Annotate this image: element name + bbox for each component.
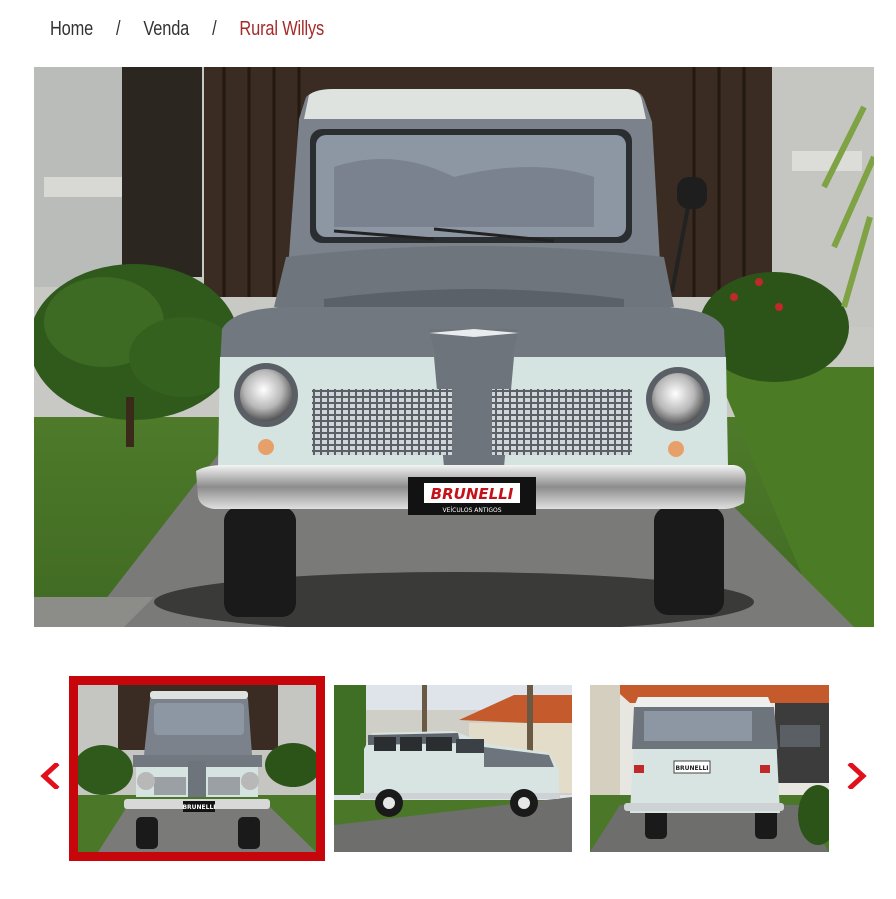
gallery-thumb-2[interactable] <box>334 685 572 852</box>
breadcrumb-separator: / <box>212 17 217 40</box>
main-photo-image: BRUNELLI VEÍCULOS ANTIGOS <box>34 67 874 627</box>
gallery-next-button[interactable] <box>843 760 871 797</box>
breadcrumb: Home / Venda / Rural Willys <box>50 14 324 44</box>
gallery-prev-button[interactable] <box>36 760 64 797</box>
thumb-rear-image: BRUNELLI <box>590 685 829 852</box>
chevron-right-icon <box>846 760 868 797</box>
gallery-thumb-3[interactable]: BRUNELLI <box>590 685 829 852</box>
gallery-thumb-1-selected[interactable]: BRUNELLI <box>69 676 325 861</box>
breadcrumb-home-link[interactable]: Home <box>50 18 93 41</box>
main-photo[interactable]: BRUNELLI VEÍCULOS ANTIGOS <box>34 67 874 627</box>
thumb-side-image <box>334 685 572 852</box>
thumb-rear-plate-text: BRUNELLI <box>675 765 708 772</box>
thumb-plate-text: BRUNELLI <box>182 804 215 811</box>
breadcrumb-venda-link[interactable]: Venda <box>143 18 189 41</box>
thumb-front-image: BRUNELLI <box>78 685 316 852</box>
hero-plate-sub: VEÍCULOS ANTIGOS <box>442 507 501 514</box>
chevron-left-icon <box>39 760 61 797</box>
breadcrumb-separator: / <box>116 17 121 40</box>
hero-plate-brand: BRUNELLI <box>431 485 514 503</box>
breadcrumb-current: Rural Willys <box>239 17 325 40</box>
